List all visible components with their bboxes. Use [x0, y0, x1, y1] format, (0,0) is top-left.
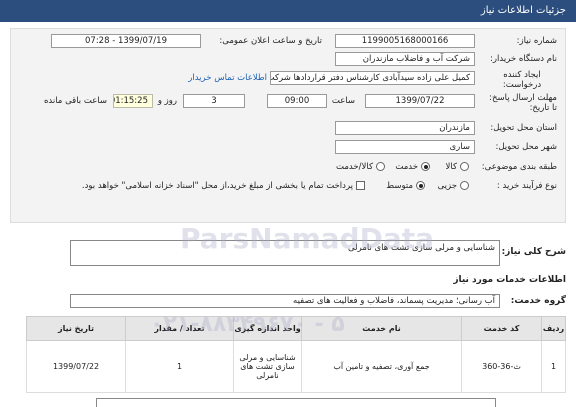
- deadline-time-field[interactable]: 09:00: [267, 94, 327, 108]
- city-field[interactable]: ساری: [335, 140, 475, 154]
- col-date-header: تاریخ نیاز: [26, 316, 126, 341]
- category-radio-goods-service[interactable]: [376, 162, 385, 171]
- cell-row-number: 1: [541, 340, 566, 393]
- announce-datetime-label: تاریخ و ساعت اعلان عمومی:: [219, 36, 322, 46]
- city-label: شهر محل تحویل:: [495, 142, 557, 152]
- need-details-panel: شماره نیاز: 1199005168000166 تاریخ و ساع…: [10, 28, 566, 223]
- cell-need-date: 1399/07/22: [26, 340, 126, 393]
- requester-field[interactable]: کمیل علی زاده سیدآبادی کارشناس دفتر قرار…: [270, 71, 475, 85]
- buyer-org-field[interactable]: شرکت آب و فاضلاب مازندران: [335, 52, 475, 66]
- cell-service-code: ث-36-360: [461, 340, 542, 393]
- col-unit-header: واحد اندازه گیری: [233, 316, 302, 341]
- days-label: روز و: [157, 96, 177, 106]
- buyer-contact-link[interactable]: اطلاعات تماس خریدار: [188, 73, 267, 83]
- province-field[interactable]: مازندران: [335, 121, 475, 135]
- process-radio-minor[interactable]: [460, 181, 469, 190]
- requester-label: ایجاد کننده درخواست:: [502, 70, 542, 90]
- page-title: جزئیات اطلاعات نیاز: [480, 5, 566, 16]
- services-table: ردیف کد خدمت نام خدمت واحد اندازه گیری ت…: [26, 316, 566, 393]
- deadline-label: مهلت ارسال پاسخ: تا تاریخ:: [489, 93, 557, 113]
- category-label: طبقه بندی موضوعی:: [481, 162, 557, 172]
- need-number-label: شماره نیاز:: [516, 36, 557, 46]
- process-option-minor: جزیی: [437, 181, 457, 191]
- col-name-header: نام خدمت: [301, 316, 462, 341]
- col-code-header: کد خدمت: [461, 316, 542, 341]
- cell-quantity: 1: [125, 340, 234, 393]
- service-group-field: آب رسانی؛ مدیریت پسماند، فاضلاب و فعالیت…: [70, 294, 500, 308]
- deadline-date-field[interactable]: 1399/07/22: [365, 94, 475, 108]
- page-header: جزئیات اطلاعات نیاز: [0, 0, 576, 22]
- need-number-field[interactable]: 1199005168000166: [335, 34, 475, 48]
- service-group-label: گروه خدمت:: [510, 296, 566, 306]
- buyer-org-label: نام دستگاه خریدار:: [490, 54, 557, 64]
- extra-notes-field: [96, 398, 496, 407]
- cell-unit: شناسایی و مرلی سازی تشت های نامرلی: [233, 340, 302, 393]
- category-option-goods: کالا: [445, 162, 457, 172]
- description-label: شرح کلی نیاز:: [501, 247, 566, 257]
- treasury-payment-checkbox[interactable]: [356, 181, 365, 190]
- description-field: شناسایی و مرلی سازی تشت های نامرلی: [70, 240, 500, 266]
- process-type-label: نوع فرآیند خرید :: [496, 181, 557, 191]
- process-radio-medium[interactable]: [416, 181, 425, 190]
- cell-service-name: جمع آوری، تصفیه و تامین آب: [301, 340, 462, 393]
- process-option-medium: متوسط: [386, 181, 413, 191]
- col-row-header: ردیف: [541, 316, 566, 341]
- services-section-title: اطلاعات خدمات مورد نیاز: [453, 275, 566, 285]
- treasury-payment-note: پرداخت تمام یا بخشی از مبلغ خرید،از محل …: [81, 181, 353, 191]
- category-radio-goods[interactable]: [460, 162, 469, 171]
- time-remaining-field: 01:15:25: [113, 94, 153, 108]
- category-option-service: خدمت: [395, 162, 418, 172]
- days-remaining-field[interactable]: 3: [183, 94, 245, 108]
- table-header-row: ردیف کد خدمت نام خدمت واحد اندازه گیری ت…: [26, 316, 566, 341]
- category-option-goods-service: کالا/خدمت: [336, 162, 373, 172]
- announce-datetime-field[interactable]: 1399/07/19 - 07:28: [51, 34, 201, 48]
- category-radio-service[interactable]: [421, 162, 430, 171]
- province-label: استان محل تحویل:: [490, 123, 557, 133]
- col-qty-header: تعداد / مقدار: [125, 316, 234, 341]
- deadline-time-label: ساعت: [331, 96, 355, 106]
- remaining-label: ساعت باقی مانده: [43, 96, 107, 106]
- table-row: 1 ث-36-360 جمع آوری، تصفیه و تامین آب شن…: [26, 340, 566, 393]
